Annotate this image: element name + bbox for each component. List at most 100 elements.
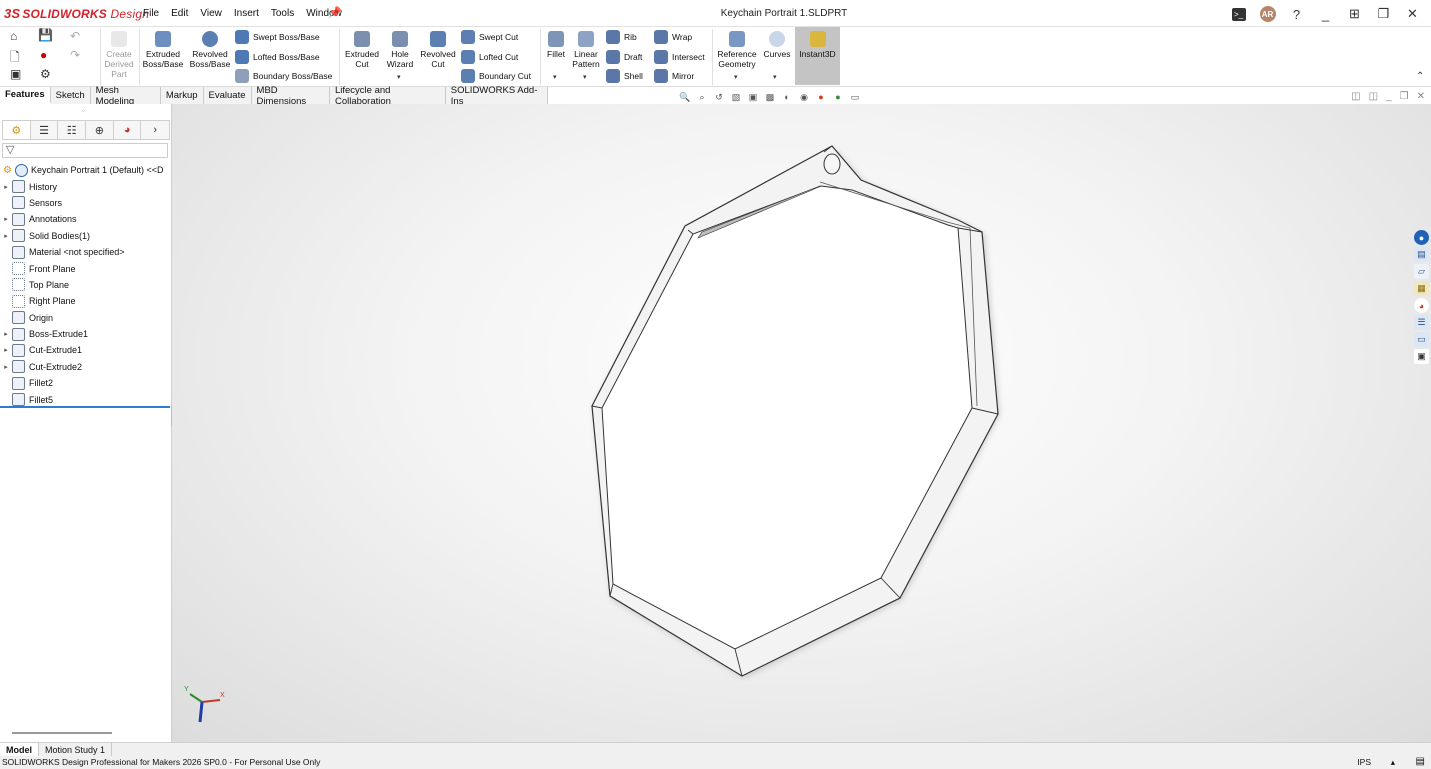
section-view-icon[interactable]: ▧ xyxy=(729,90,743,104)
tree-item[interactable]: ▸ Solid Bodies(1) xyxy=(0,228,172,244)
viewport-restore-icon[interactable]: ❐ xyxy=(1400,91,1409,102)
hole-wizard-dropdown-icon[interactable]: ▾ xyxy=(397,73,401,81)
select-icon[interactable]: ▣ xyxy=(10,67,21,81)
tree-item[interactable]: Sensors xyxy=(0,195,172,211)
tree-filter-input[interactable]: ▽ xyxy=(2,143,168,158)
tree-item[interactable]: Material <not specified> xyxy=(0,244,172,260)
rib-button[interactable]: Rib xyxy=(606,30,637,44)
options-gear-icon[interactable]: ⚙ xyxy=(40,67,51,81)
instant3d-button[interactable]: Instant3D xyxy=(795,27,840,85)
display-manager-tab-icon[interactable]: ◕ xyxy=(114,121,142,139)
tree-item[interactable]: Fillet2 xyxy=(0,375,172,391)
lofted-cut-button[interactable]: Lofted Cut xyxy=(461,50,518,64)
tree-item[interactable]: ▸ Boss-Extrude1 xyxy=(0,326,172,342)
reference-geometry-dropdown-icon[interactable]: ▾ xyxy=(734,73,738,81)
new-document-icon[interactable]: 🗋 xyxy=(10,48,20,69)
zoom-to-area-icon[interactable]: ⌕ xyxy=(695,90,709,104)
hide-show-items-icon[interactable]: ◉ xyxy=(797,90,811,104)
viewport-minimize-icon[interactable]: _ xyxy=(1386,91,1392,102)
home-icon[interactable]: ⌂ xyxy=(10,29,17,43)
file-explorer-icon[interactable]: ▱ xyxy=(1414,264,1429,279)
dimxpert-tab-icon[interactable]: ⊕ xyxy=(86,121,114,139)
graphics-area[interactable]: X Y ● ▤ ▱ ▦ ◕ ☰ ▭ ▣ xyxy=(172,104,1431,742)
rebuild-icon[interactable]: ● xyxy=(40,48,47,62)
quick-tips-icon[interactable]: ▤ xyxy=(1416,756,1425,767)
display-style-icon[interactable]: ◐ xyxy=(780,90,794,104)
tab-evaluate[interactable]: Evaluate xyxy=(203,87,252,104)
create-derived-part-button[interactable]: Create Derived Part xyxy=(101,31,137,79)
extruded-boss-button[interactable]: Extruded Boss/Base xyxy=(141,31,185,69)
expand-arrow-icon[interactable]: ▸ xyxy=(0,183,12,191)
hole-wizard-button[interactable]: Hole Wizard xyxy=(382,31,418,69)
dynamic-annotation-icon[interactable]: ▣ xyxy=(746,90,760,104)
undo-icon[interactable]: ↶ xyxy=(70,29,80,43)
revolved-cut-button[interactable]: Revolved Cut xyxy=(418,31,458,69)
boundary-boss-button[interactable]: Boundary Boss/Base xyxy=(235,69,332,83)
extruded-cut-button[interactable]: Extruded Cut xyxy=(342,31,382,69)
view-settings-icon[interactable]: ▭ xyxy=(848,90,862,104)
feature-manager-tab-icon[interactable]: ⚙ xyxy=(3,121,31,139)
custom-properties-icon[interactable]: ☰ xyxy=(1414,315,1429,330)
tree-item[interactable]: ▸ Annotations xyxy=(0,211,172,227)
user-avatar[interactable]: AR xyxy=(1253,3,1282,25)
fillet-button[interactable]: Fillet xyxy=(542,31,570,59)
split-view-2-icon[interactable]: ◫ xyxy=(1369,91,1378,102)
units-selector[interactable]: IPS xyxy=(1357,757,1371,767)
appearances-scenes-icon[interactable]: ◕ xyxy=(1414,298,1429,313)
draft-button[interactable]: Draft xyxy=(606,50,642,64)
tree-item[interactable]: Origin xyxy=(0,310,172,326)
tree-item[interactable]: ▸ Cut-Extrude1 xyxy=(0,342,172,358)
tree-item[interactable]: ▸ Cut-Extrude2 xyxy=(0,359,172,375)
forum-icon[interactable]: ▭ xyxy=(1414,332,1429,347)
expand-arrow-icon[interactable]: ▸ xyxy=(0,232,12,240)
lofted-boss-button[interactable]: Lofted Boss/Base xyxy=(235,50,320,64)
configuration-manager-tab-icon[interactable]: ☷ xyxy=(58,121,87,139)
3d-content-central-icon[interactable]: ▣ xyxy=(1414,349,1429,364)
fillet-dropdown-icon[interactable]: ▾ xyxy=(553,73,557,81)
tab-mbd-dimensions[interactable]: MBD Dimensions xyxy=(251,85,330,107)
shell-button[interactable]: Shell xyxy=(606,69,643,83)
tab-sketch[interactable]: Sketch xyxy=(50,87,91,104)
swept-boss-button[interactable]: Swept Boss/Base xyxy=(235,30,320,44)
split-view-icon[interactable]: ◫ xyxy=(1351,91,1360,102)
close-button[interactable]: ✕ xyxy=(1398,3,1427,25)
wrap-button[interactable]: Wrap xyxy=(654,30,692,44)
tree-item[interactable]: Right Plane xyxy=(0,293,172,309)
units-caret-icon[interactable]: ▴ xyxy=(1391,757,1395,768)
expand-arrow-icon[interactable]: ▸ xyxy=(0,330,12,338)
linear-pattern-button[interactable]: Linear Pattern xyxy=(570,31,602,69)
more-tabs-icon[interactable]: › xyxy=(141,121,169,139)
expand-arrow-icon[interactable]: ▸ xyxy=(0,215,12,223)
tab-motion-study[interactable]: Motion Study 1 xyxy=(39,743,113,756)
zoom-to-fit-icon[interactable]: 🔍 xyxy=(678,90,692,104)
view-orientation-icon[interactable]: ▩ xyxy=(763,90,777,104)
design-library-icon[interactable]: ▤ xyxy=(1414,247,1429,262)
curves-dropdown-icon[interactable]: ▾ xyxy=(773,73,777,81)
tab-lifecycle-collaboration[interactable]: Lifecycle and Collaboration xyxy=(329,85,446,107)
command-search-icon[interactable]: >_ xyxy=(1224,3,1253,25)
intersect-button[interactable]: Intersect xyxy=(654,50,705,64)
panel-horizontal-scrollbar[interactable] xyxy=(12,732,112,734)
edit-appearance-icon[interactable]: ● xyxy=(814,90,828,104)
help-icon[interactable]: ? xyxy=(1282,3,1311,25)
reference-geometry-button[interactable]: Reference Geometry xyxy=(715,31,759,69)
apply-scene-icon[interactable]: ● xyxy=(831,90,845,104)
tab-mesh-modeling[interactable]: Mesh Modeling xyxy=(90,85,161,107)
expand-arrow-icon[interactable]: ▸ xyxy=(0,363,12,371)
tab-solidworks-addins[interactable]: SOLIDWORKS Add-Ins xyxy=(445,85,549,107)
rollback-bar[interactable] xyxy=(0,406,170,408)
expand-arrow-icon[interactable]: ▸ xyxy=(0,346,12,354)
view-palette-icon[interactable]: ▦ xyxy=(1414,281,1429,296)
property-manager-tab-icon[interactable]: ☰ xyxy=(31,121,59,139)
redo-icon[interactable]: ↷ xyxy=(70,48,80,62)
pattern-dropdown-icon[interactable]: ▾ xyxy=(583,73,587,81)
curves-button[interactable]: Curves xyxy=(761,31,793,59)
tree-item[interactable]: ▸ History xyxy=(0,178,172,194)
tab-model[interactable]: Model xyxy=(0,743,39,756)
tab-markup[interactable]: Markup xyxy=(160,87,204,104)
mirror-button[interactable]: Mirror xyxy=(654,69,694,83)
minimize-button[interactable]: _ xyxy=(1311,3,1340,25)
tree-item[interactable]: Top Plane xyxy=(0,277,172,293)
tree-item[interactable]: Front Plane xyxy=(0,260,172,276)
boundary-cut-button[interactable]: Boundary Cut xyxy=(461,69,531,83)
